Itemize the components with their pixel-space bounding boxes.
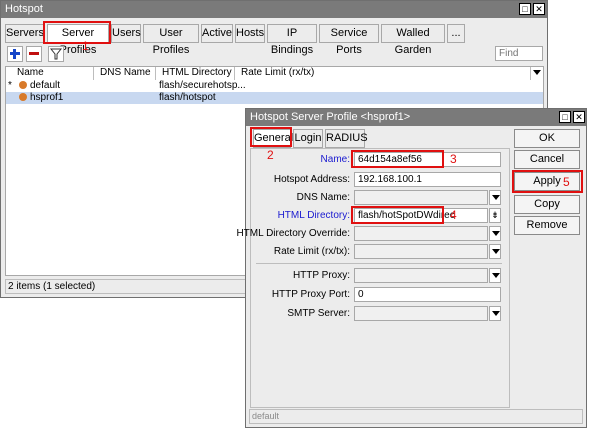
tab-users[interactable]: Users bbox=[111, 24, 141, 43]
table-row-selected[interactable]: hsprof1 flash/hotspot bbox=[6, 92, 543, 104]
default-marker: * bbox=[8, 80, 12, 91]
maximize-icon[interactable]: □ bbox=[559, 111, 571, 123]
dns-name-dropdown[interactable] bbox=[489, 190, 501, 205]
annotation-4: 4 bbox=[450, 208, 457, 222]
rate-limit-dropdown[interactable] bbox=[489, 244, 501, 259]
tab-active[interactable]: Active bbox=[201, 24, 233, 43]
annotation-2: 2 bbox=[267, 148, 274, 162]
dns-name-field[interactable] bbox=[354, 190, 488, 205]
tab-radius[interactable]: RADIUS bbox=[325, 129, 368, 148]
row-html-dir: flash/securehotsp... bbox=[159, 80, 246, 91]
smtp-server-label: SMTP Server: bbox=[287, 308, 350, 319]
smtp-server-field[interactable] bbox=[354, 306, 488, 321]
tab-servers[interactable]: Servers bbox=[5, 24, 45, 43]
filter-icon bbox=[49, 48, 63, 60]
profile-icon bbox=[19, 93, 27, 101]
tab-hosts[interactable]: Hosts bbox=[235, 24, 265, 43]
column-menu-icon[interactable] bbox=[533, 70, 541, 75]
rate-limit-label: Rate Limit (rx/tx): bbox=[273, 246, 350, 257]
html-directory-override-field[interactable] bbox=[354, 226, 488, 241]
tab-service-ports[interactable]: Service Ports bbox=[319, 24, 379, 56]
table-row[interactable]: * default flash/securehotsp... bbox=[6, 80, 543, 92]
maximize-icon[interactable]: □ bbox=[519, 3, 531, 15]
dns-name-label: DNS Name: bbox=[296, 192, 350, 203]
find-input[interactable] bbox=[495, 46, 543, 61]
dialog-status-bar: default bbox=[249, 409, 583, 424]
copy-button[interactable]: Copy bbox=[514, 195, 580, 214]
close-icon[interactable]: ✕ bbox=[533, 3, 545, 15]
minus-icon bbox=[29, 52, 39, 55]
cancel-button[interactable]: Cancel bbox=[514, 150, 580, 169]
http-proxy-label: HTTP Proxy: bbox=[292, 270, 350, 281]
row-name: hsprof1 bbox=[30, 92, 64, 103]
filter-button[interactable] bbox=[48, 46, 64, 62]
highlight-html-directory-field bbox=[351, 206, 444, 224]
double-chevron-icon: ⇟ bbox=[491, 210, 499, 220]
tab-walled-garden[interactable]: Walled Garden bbox=[381, 24, 445, 56]
name-label: Name: bbox=[320, 154, 350, 165]
annotation-5: 5 bbox=[563, 175, 570, 189]
tab-more[interactable]: ... bbox=[447, 24, 465, 43]
tab-user-profiles[interactable]: User Profiles bbox=[143, 24, 199, 56]
section-divider bbox=[256, 263, 502, 264]
column-html-directory[interactable]: HTML Directory bbox=[156, 67, 235, 80]
hotspot-address-label: Hotspot Address: bbox=[273, 174, 350, 185]
http-proxy-dropdown[interactable] bbox=[489, 268, 501, 283]
http-proxy-port-label: HTTP Proxy Port: bbox=[271, 289, 350, 300]
rate-limit-field[interactable] bbox=[354, 244, 488, 259]
tab-login[interactable]: Login bbox=[293, 129, 323, 148]
hotspot-address-field[interactable]: 192.168.100.1 bbox=[354, 172, 501, 187]
annotation-3: 3 bbox=[450, 152, 457, 166]
column-rate-limit[interactable]: Rate Limit (rx/tx) bbox=[235, 67, 531, 80]
row-name: default bbox=[30, 80, 61, 91]
column-dns-name[interactable]: DNS Name bbox=[94, 67, 156, 80]
row-html-dir: flash/hotspot bbox=[159, 92, 216, 103]
profile-icon bbox=[19, 81, 27, 89]
hotspot-titlebar: Hotspot □ ✕ bbox=[1, 1, 547, 18]
http-proxy-port-field[interactable]: 0 bbox=[354, 287, 501, 302]
html-directory-label: HTML Directory: bbox=[277, 210, 350, 221]
html-directory-dropdown[interactable]: ⇟ bbox=[489, 208, 501, 223]
dialog-title: Hotspot Server Profile <hsprof1> bbox=[250, 111, 411, 123]
close-icon[interactable]: ✕ bbox=[573, 111, 585, 123]
column-name[interactable]: Name bbox=[11, 67, 94, 80]
html-directory-override-dropdown[interactable] bbox=[489, 226, 501, 241]
tab-ip-bindings[interactable]: IP Bindings bbox=[267, 24, 317, 56]
dialog-titlebar: Hotspot Server Profile <hsprof1> □ ✕ bbox=[246, 109, 586, 126]
highlight-server-profiles-tab bbox=[43, 21, 111, 44]
dialog-status-text: default bbox=[252, 411, 280, 421]
add-button[interactable] bbox=[7, 46, 23, 62]
highlight-name-field bbox=[351, 150, 444, 168]
highlight-general-tab bbox=[250, 127, 292, 147]
remove-button[interactable] bbox=[26, 46, 42, 62]
smtp-server-dropdown[interactable] bbox=[489, 306, 501, 321]
http-proxy-field[interactable] bbox=[354, 268, 488, 283]
ok-button[interactable]: OK bbox=[514, 129, 580, 148]
html-directory-override-label: HTML Directory Override: bbox=[236, 228, 350, 239]
status-text: 2 items (1 selected) bbox=[8, 281, 96, 292]
remove-button[interactable]: Remove bbox=[514, 216, 580, 235]
annotation-1: 1 bbox=[82, 39, 89, 53]
hotspot-title: Hotspot bbox=[5, 3, 43, 15]
highlight-apply-button bbox=[512, 170, 583, 193]
